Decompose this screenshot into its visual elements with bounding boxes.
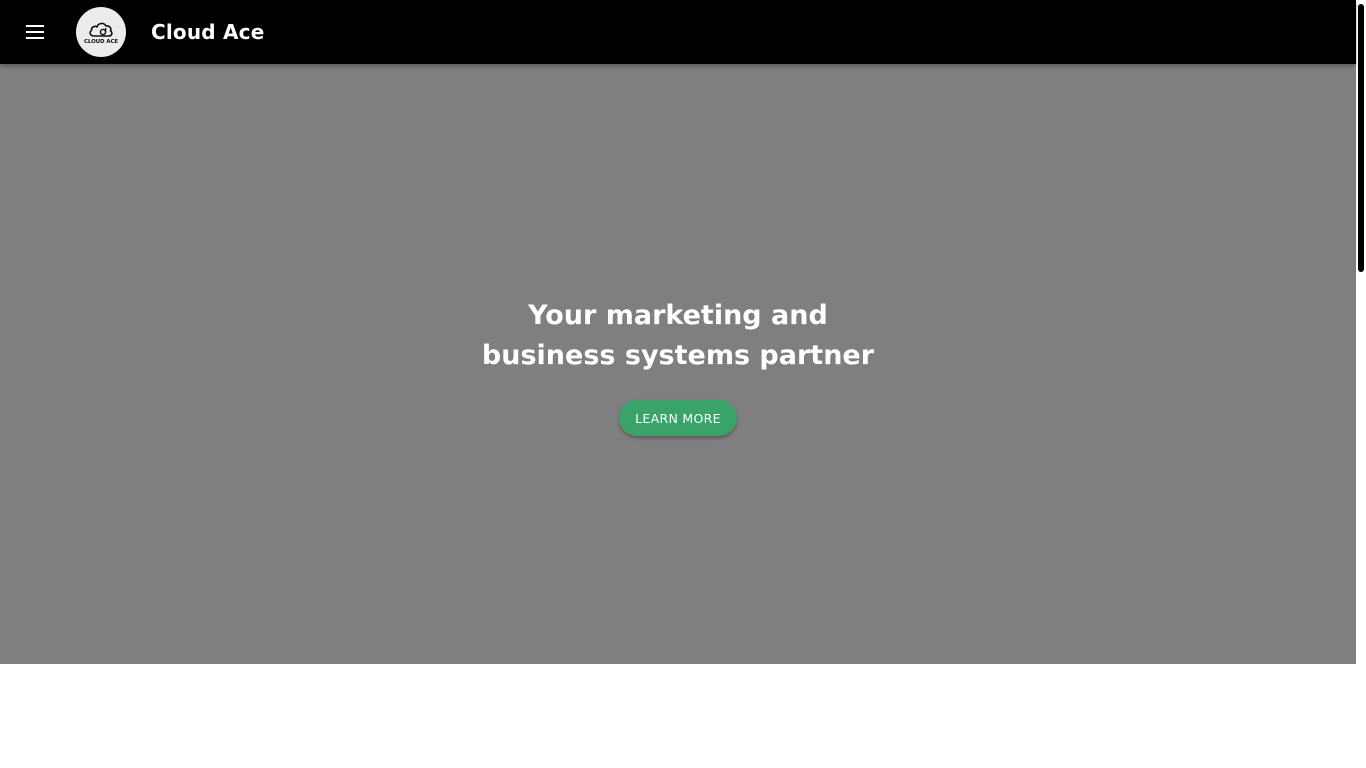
hero-heading: Your marketing and business systems part… xyxy=(482,296,874,376)
site-title[interactable]: Cloud Ace xyxy=(151,20,265,44)
top-app-bar: CLOUD ACE Cloud Ace xyxy=(0,0,1356,64)
logo-text: CLOUD ACE xyxy=(83,38,119,45)
scrollbar-thumb[interactable] xyxy=(1358,4,1364,272)
hero-section: Your marketing and business systems part… xyxy=(0,64,1356,664)
cloud-icon xyxy=(89,22,113,37)
menu-button[interactable] xyxy=(0,0,72,64)
hero-heading-line-2: business systems partner xyxy=(481,340,875,371)
page: CLOUD ACE Cloud Ace Your marketing and b… xyxy=(0,0,1356,768)
site-logo[interactable]: CLOUD ACE xyxy=(76,7,126,57)
learn-more-button[interactable]: LEARN MORE xyxy=(619,400,737,436)
hero-heading-line-1: Your marketing and xyxy=(528,300,828,331)
content-section xyxy=(0,664,1356,768)
page-scrollbar[interactable] xyxy=(1356,0,1366,768)
hamburger-menu-icon xyxy=(26,25,44,39)
